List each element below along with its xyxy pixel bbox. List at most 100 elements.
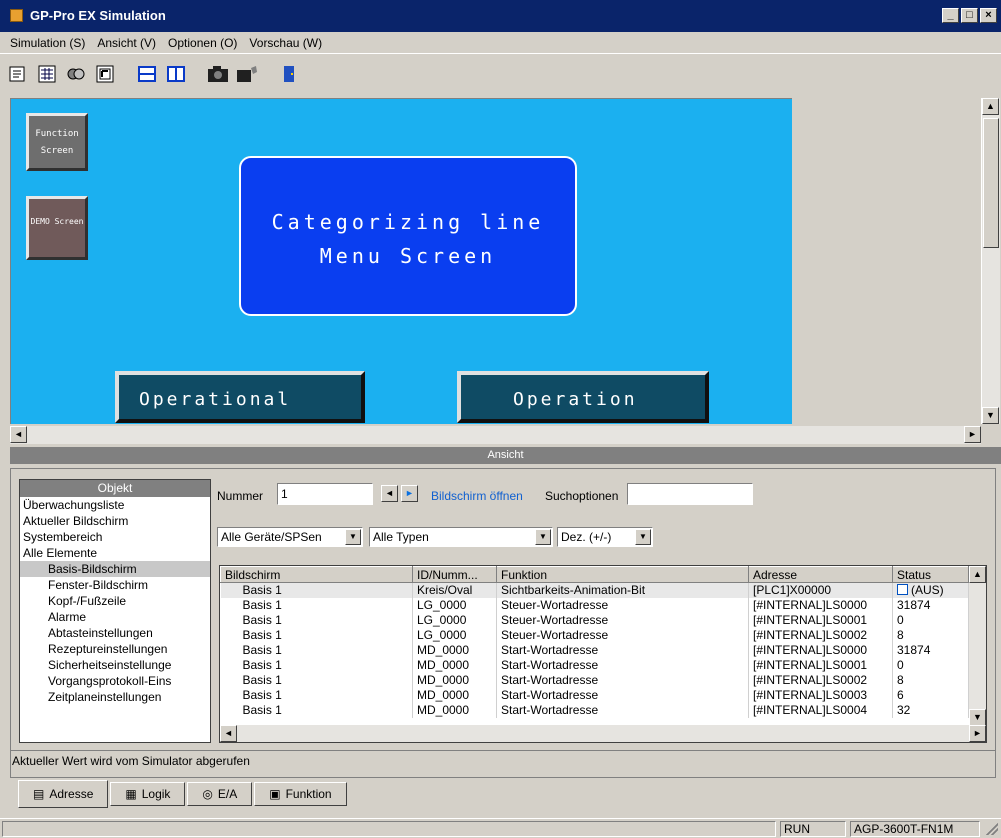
scroll-up-arrow-icon[interactable]: ▲: [969, 566, 986, 583]
format-select[interactable]: Dez. (+/-) ▼: [557, 527, 653, 547]
object-item[interactable]: Sicherheitseinstellunge: [20, 657, 210, 673]
device-settings-icon[interactable]: [235, 62, 259, 86]
search-controls: Nummer 1 ◄ ► Bildschirm öffnen Suchoptio…: [211, 479, 991, 559]
menu-optionen[interactable]: Optionen (O): [168, 36, 237, 50]
object-item[interactable]: Vorgangsprotokoll-Eins: [20, 673, 210, 689]
table-cell: 8: [892, 672, 969, 688]
logic-tab-icon: ▦: [125, 787, 137, 801]
column-header-funktion[interactable]: Funktion: [496, 566, 749, 583]
split-horizontal-icon[interactable]: [135, 62, 159, 86]
close-button[interactable]: ×: [980, 8, 997, 23]
object-item[interactable]: Alarme: [20, 609, 210, 625]
split-vertical-icon[interactable]: [164, 62, 188, 86]
object-item[interactable]: Rezeptureinstellungen: [20, 641, 210, 657]
status-bar-main: [2, 821, 776, 837]
maximize-button[interactable]: □: [961, 8, 978, 23]
table-cell: MD_0000: [412, 702, 497, 718]
object-item[interactable]: Abtasteinstellungen: [20, 625, 210, 641]
table-cell: MD_0000: [412, 642, 497, 658]
column-header-status[interactable]: Status: [892, 566, 969, 583]
scroll-right-arrow-icon[interactable]: ►: [964, 426, 981, 443]
table-row[interactable]: Basis 1 MD_0000 Start-Wortadresse [#INTERNA…: [220, 672, 969, 688]
column-header-bildschirm[interactable]: Bildschirm: [220, 566, 413, 583]
demo-screen-button[interactable]: DEMO Screen: [26, 196, 88, 260]
resize-grip-icon[interactable]: [986, 823, 998, 835]
scroll-down-arrow-icon[interactable]: ▼: [982, 407, 999, 424]
grid-horizontal-scrollbar[interactable]: ◄ ►: [220, 725, 986, 742]
table-row[interactable]: Basis 1 LG_0000 Steuer-Wortadresse [#INTERN…: [220, 612, 969, 628]
types-select[interactable]: Alle Typen ▼: [369, 527, 553, 547]
tab-funktion[interactable]: ▣ Funktion: [254, 782, 347, 806]
chevron-down-icon[interactable]: ▼: [345, 529, 361, 545]
object-tree[interactable]: Objekt Überwachungsliste Aktueller Bilds…: [19, 479, 211, 743]
table-cell: Sichtbarkeits-Animation-Bit: [496, 582, 749, 598]
scroll-up-arrow-icon[interactable]: ▲: [982, 98, 999, 115]
table-cell: Basis 1: [220, 657, 413, 673]
table-cell: 8: [892, 627, 969, 643]
function-screen-button[interactable]: Function Screen: [26, 113, 88, 171]
object-item[interactable]: Fenster-Bildschirm: [20, 577, 210, 593]
function-view-icon[interactable]: [93, 62, 117, 86]
table-row[interactable]: Basis 1 LG_0000 Steuer-Wortadresse [#INTERN…: [220, 597, 969, 613]
scroll-right-arrow-icon[interactable]: ►: [969, 725, 986, 742]
object-item[interactable]: Kopf-/Fußzeile: [20, 593, 210, 609]
io-view-icon[interactable]: [64, 62, 88, 86]
table-cell: 0: [892, 657, 969, 673]
object-item[interactable]: Alle Elemente: [20, 545, 210, 561]
chevron-down-icon[interactable]: ▼: [535, 529, 551, 545]
object-item[interactable]: Aktueller Bildschirm: [20, 513, 210, 529]
table-row[interactable]: Basis 1 LG_0000 Steuer-Wortadresse [#INTERN…: [220, 627, 969, 643]
tab-ea[interactable]: ◎ E/A: [187, 782, 253, 806]
table-cell: Steuer-Wortadresse: [496, 612, 749, 628]
table-row[interactable]: Basis 1 MD_0000 Start-Wortadresse [#INTERNA…: [220, 657, 969, 673]
table-row[interactable]: Basis 1 MD_0000 Start-Wortadresse [#INTERNA…: [220, 702, 969, 718]
scroll-thumb[interactable]: [983, 118, 999, 248]
scroll-down-arrow-icon[interactable]: ▼: [969, 709, 986, 726]
search-input[interactable]: [627, 483, 753, 505]
object-item-selected[interactable]: Basis-Bildschirm: [20, 561, 210, 577]
next-arrow-icon[interactable]: ►: [401, 485, 418, 502]
address-tab-icon: ▤: [33, 787, 45, 801]
table-cell: Basis 1: [220, 702, 413, 718]
table-row[interactable]: Basis 1 MD_0000 Start-Wortadresse [#INTERNA…: [220, 687, 969, 703]
column-header-adresse[interactable]: Adresse: [748, 566, 893, 583]
open-screen-link[interactable]: Bildschirm öffnen: [431, 489, 523, 503]
column-header-id[interactable]: ID/Numm...: [412, 566, 497, 583]
exit-door-icon[interactable]: [277, 62, 301, 86]
minimize-button[interactable]: _: [942, 8, 959, 23]
table-row[interactable]: Basis 1 MD_0000 Start-Wortadresse [#INTERNA…: [220, 642, 969, 658]
object-item[interactable]: Systembereich: [20, 529, 210, 545]
simulation-vertical-scrollbar[interactable]: ▲ ▼: [981, 98, 1000, 424]
camera-icon[interactable]: [206, 62, 230, 86]
simulation-screen[interactable]: Function Screen DEMO Screen Categorizing…: [10, 98, 792, 424]
table-cell: [#INTERNAL]LS0002: [748, 627, 893, 643]
menu-simulation[interactable]: Simulation (S): [10, 36, 85, 50]
table-row[interactable]: Basis 1 Kreis/Oval Sichtbarkeits-Animation…: [220, 582, 969, 598]
table-cell: [#INTERNAL]LS0003: [748, 687, 893, 703]
devices-select[interactable]: Alle Geräte/SPSen ▼: [217, 527, 363, 547]
address-view-icon[interactable]: [6, 62, 30, 86]
nummer-input[interactable]: 1: [277, 483, 373, 505]
menu-vorschau[interactable]: Vorschau (W): [249, 36, 322, 50]
operational-button[interactable]: Operational: [115, 371, 365, 423]
data-grid[interactable]: Bildschirm ID/Numm... Funktion Adresse S…: [219, 565, 987, 743]
grid-vertical-scrollbar[interactable]: ▲ ▼: [969, 566, 986, 726]
tab-adresse[interactable]: ▤ Adresse: [18, 780, 109, 808]
simulation-horizontal-scrollbar[interactable]: ◄ ►: [10, 426, 981, 444]
scroll-left-arrow-icon[interactable]: ◄: [10, 426, 27, 443]
status-checkbox[interactable]: [897, 584, 908, 596]
tab-logik[interactable]: ▦ Logik: [110, 782, 186, 806]
previous-arrow-icon[interactable]: ◄: [381, 485, 398, 502]
scroll-left-arrow-icon[interactable]: ◄: [220, 725, 237, 742]
menu-ansicht[interactable]: Ansicht (V): [97, 36, 156, 50]
logic-view-icon[interactable]: [35, 62, 59, 86]
chevron-down-icon[interactable]: ▼: [635, 529, 651, 545]
data-table: Bildschirm ID/Numm... Funktion Adresse S…: [220, 566, 969, 718]
window-title: GP-Pro EX Simulation: [30, 8, 166, 23]
operation-button[interactable]: Operation: [457, 371, 709, 423]
table-cell: Steuer-Wortadresse: [496, 597, 749, 613]
table-cell: Basis 1: [220, 597, 413, 613]
object-item[interactable]: Zeitplaneinstellungen: [20, 689, 210, 705]
object-item[interactable]: Überwachungsliste: [20, 497, 210, 513]
table-cell: [#INTERNAL]LS0004: [748, 702, 893, 718]
